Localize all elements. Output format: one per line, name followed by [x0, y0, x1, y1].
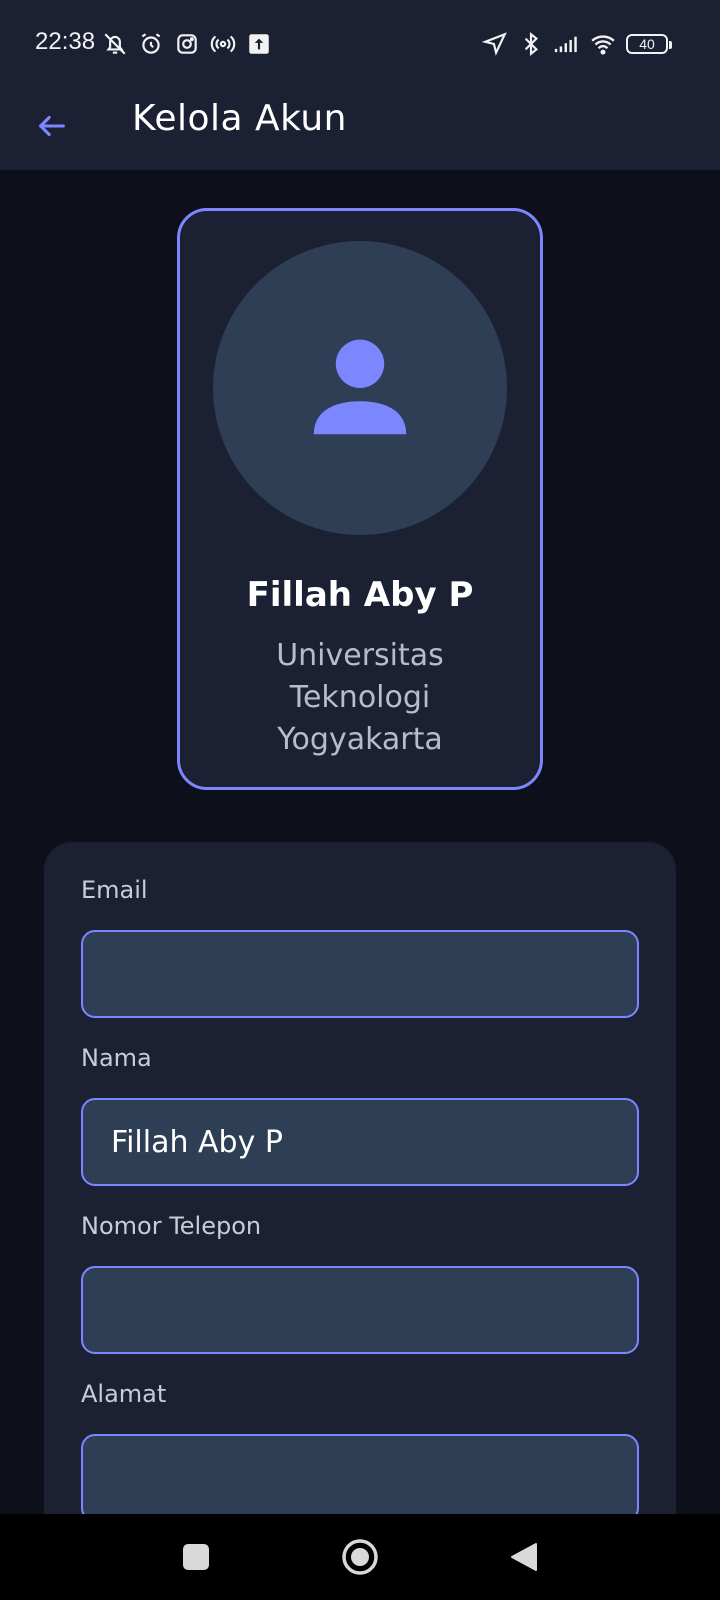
notifications-off-icon: [104, 33, 126, 55]
profile-card: Fillah Aby P Universitas Teknologi Yogya…: [177, 208, 543, 790]
status-bar: 22:38 40: [0, 0, 720, 86]
alamat-field[interactable]: [81, 1434, 639, 1522]
home-button[interactable]: [337, 1534, 383, 1580]
upload-icon: [249, 34, 269, 54]
battery-level: 40: [639, 36, 655, 52]
back-triangle-icon: [511, 1543, 537, 1571]
profile-name: Fillah Aby P: [246, 575, 474, 615]
nama-field[interactable]: [81, 1098, 639, 1186]
recents-button[interactable]: [173, 1534, 219, 1580]
wifi-icon: [591, 35, 615, 55]
home-circle-icon: [342, 1539, 378, 1575]
system-nav-bar: [0, 1514, 720, 1600]
hotspot-icon: [210, 35, 236, 53]
status-left-icons: [102, 30, 272, 58]
back-nav-button[interactable]: [501, 1534, 547, 1580]
profile-organization: Universitas Teknologi Yogyakarta: [276, 638, 444, 757]
battery-icon: 40: [626, 34, 672, 54]
back-button[interactable]: [28, 102, 76, 150]
email-field[interactable]: [81, 930, 639, 1018]
person-icon: [313, 339, 407, 435]
bluetooth-icon: [524, 31, 539, 57]
avatar[interactable]: [213, 241, 507, 535]
arrow-left-icon: [39, 115, 65, 137]
signal-icon: [554, 36, 577, 53]
email-label: Email: [81, 876, 148, 904]
nama-label: Nama: [81, 1044, 152, 1072]
location-icon: [482, 32, 507, 56]
nomor-telepon-label: Nomor Telepon: [81, 1212, 262, 1240]
app-bar: Kelola Akun: [0, 86, 720, 170]
instagram-icon: [177, 34, 197, 54]
account-form: Email Nama Nomor Telepon Alamat: [44, 842, 676, 1562]
status-time: 22:38: [35, 28, 96, 55]
status-right-icons: 40: [482, 30, 672, 58]
nomor-telepon-field[interactable]: [81, 1266, 639, 1354]
recents-square-icon: [183, 1544, 209, 1570]
alarm-icon: [141, 33, 161, 54]
page-title: Kelola Akun: [132, 98, 347, 139]
alamat-label: Alamat: [81, 1380, 167, 1408]
